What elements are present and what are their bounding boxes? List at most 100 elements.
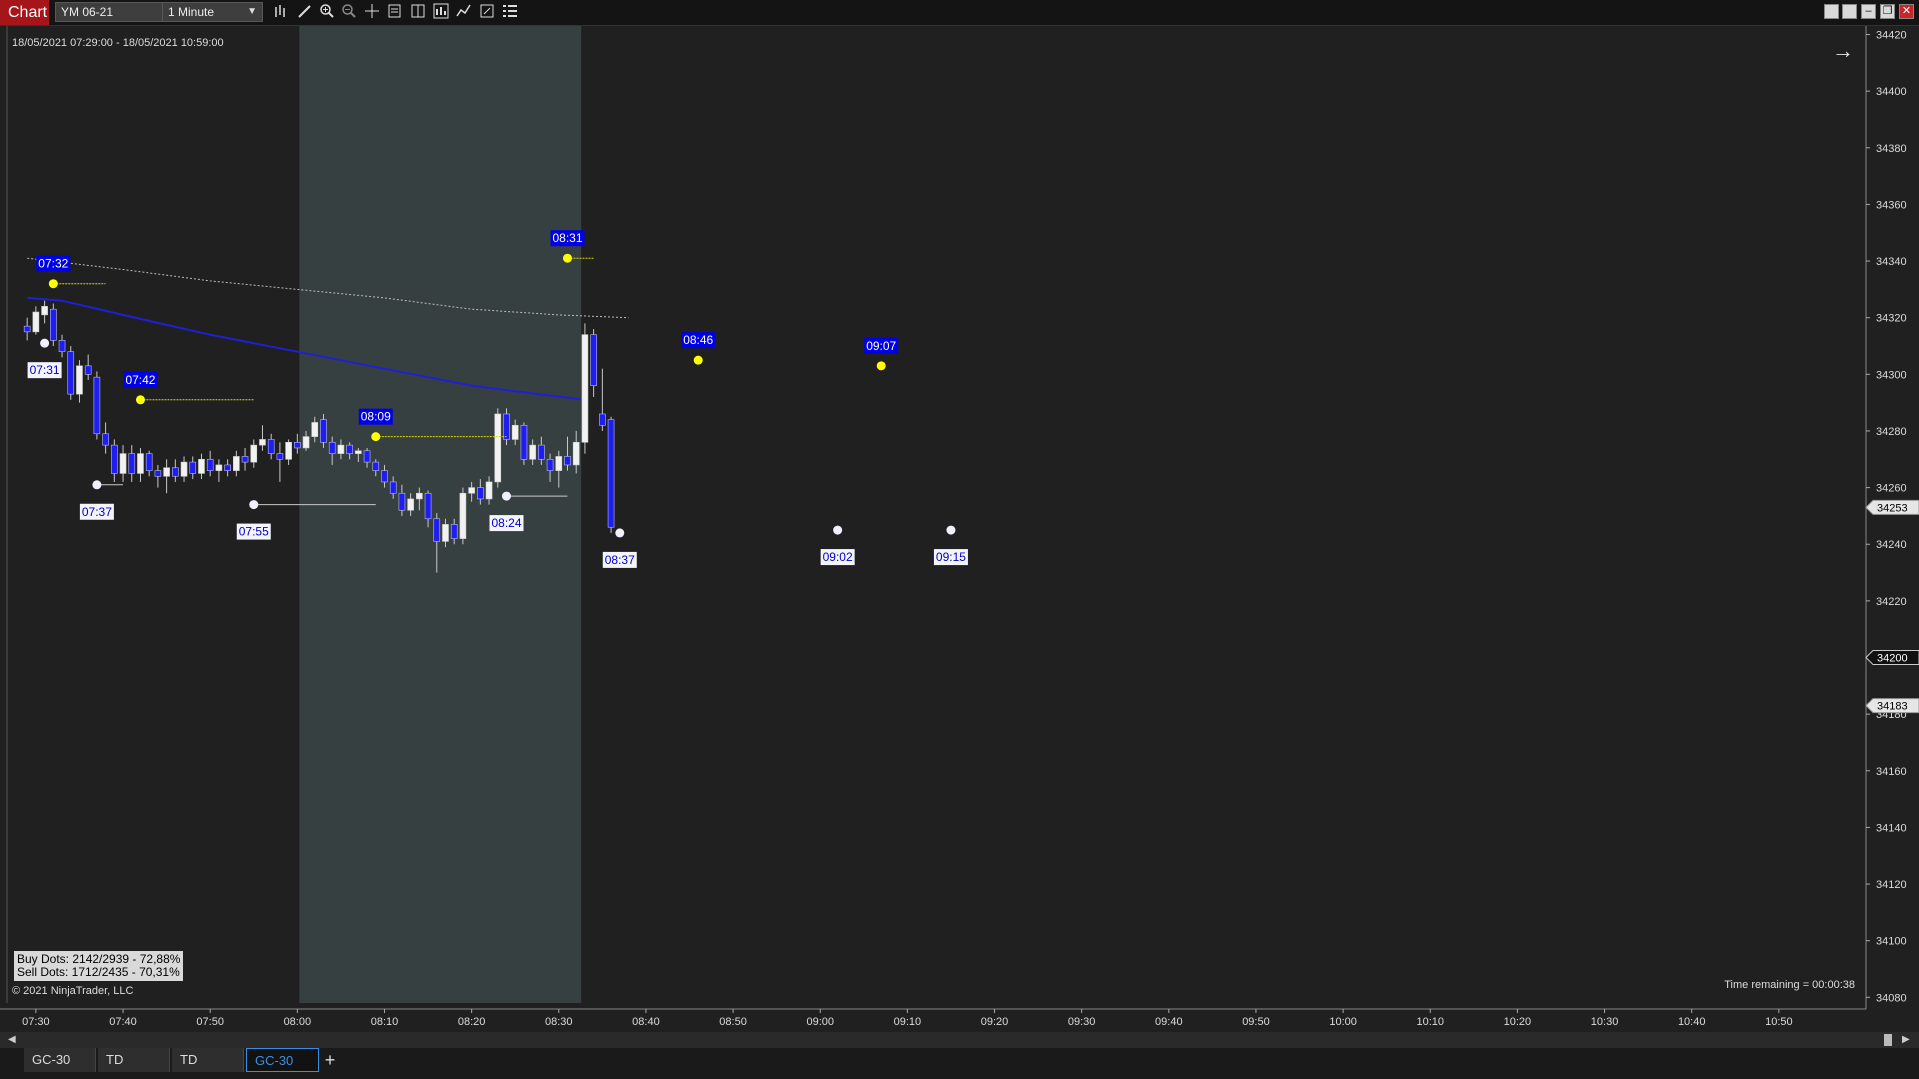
add-tab-button[interactable]: + — [320, 1048, 340, 1072]
candle-up — [163, 467, 170, 477]
dot-time-label: 07:37 — [82, 505, 112, 519]
candle-up — [233, 456, 240, 471]
sell-dot — [615, 528, 625, 538]
chart-trader-icon[interactable] — [409, 3, 427, 21]
candle-up — [442, 524, 449, 542]
price-marker-label: 34183 — [1877, 701, 1908, 713]
candle-up — [459, 492, 467, 539]
dot-time-label: 08:31 — [552, 231, 582, 245]
scroll-to-latest-icon[interactable]: → — [1832, 38, 1854, 64]
session-shading — [299, 26, 582, 1003]
strategies-icon[interactable] — [432, 3, 450, 21]
sell-dot — [249, 500, 259, 510]
candle-down — [172, 467, 179, 477]
time-tick-label: 09:50 — [1242, 1016, 1270, 1028]
candle-up — [119, 453, 127, 474]
time-tick-label: 10:10 — [1416, 1016, 1444, 1028]
horizontal-scrollbar[interactable] — [0, 1032, 1919, 1048]
dot-time-label: 09:07 — [866, 339, 896, 353]
candle-down — [328, 441, 336, 454]
zoom-in-icon[interactable] — [318, 3, 336, 21]
candle-down — [564, 456, 571, 466]
price-tick-label: 34280 — [1876, 426, 1907, 438]
data-box-icon[interactable] — [386, 3, 404, 21]
sell-dot — [946, 525, 956, 535]
candle-up — [41, 306, 48, 316]
copyright-notice: © 2021 NinjaTrader, LLC — [12, 985, 134, 997]
properties-icon[interactable] — [478, 3, 496, 21]
price-tick-label: 34300 — [1876, 369, 1907, 381]
candle-down — [189, 461, 197, 474]
interval-selector[interactable]: 1 Minute ▼ — [162, 2, 263, 22]
time-tick-label: 07:30 — [22, 1016, 50, 1028]
candle-down — [477, 487, 484, 500]
candle-down — [128, 453, 136, 474]
maximize-icon[interactable]: ❐ — [1880, 4, 1895, 19]
close-icon[interactable]: ✕ — [1899, 4, 1914, 19]
minimize-icon[interactable]: – — [1861, 4, 1876, 19]
candle-down — [145, 453, 153, 471]
candle-down — [224, 464, 231, 471]
dot-time-label: 07:55 — [239, 525, 269, 539]
candle-up — [581, 334, 589, 443]
time-tick-label: 08:10 — [371, 1016, 399, 1028]
restore-layout-icon[interactable] — [1842, 4, 1857, 19]
time-tick-label: 09:40 — [1155, 1016, 1183, 1028]
sell-dot — [833, 525, 843, 535]
candle-down — [294, 441, 301, 449]
price-tick-label: 34360 — [1876, 199, 1907, 211]
price-chart[interactable]: 07:32 07:31 07:42 07:37 07:55 08:09 08:24 08:31… — [0, 26, 1919, 1032]
dot-time-label: 07:32 — [38, 257, 68, 271]
indicators-icon[interactable] — [455, 3, 473, 21]
time-tick-label: 09:30 — [1068, 1016, 1096, 1028]
candle-up — [285, 441, 292, 460]
tab-gc-30[interactable]: GC-30 — [24, 1048, 96, 1072]
buy-dot — [135, 395, 145, 405]
dot-time-label: 09:02 — [823, 550, 853, 564]
tab-td-1[interactable]: TD — [98, 1048, 170, 1072]
candle-up — [137, 453, 144, 474]
sell-dot — [501, 491, 511, 501]
sell-dot — [92, 480, 102, 490]
candle-down — [546, 458, 554, 471]
dot-time-label: 08:24 — [491, 516, 521, 530]
price-marker-label: 34200 — [1877, 653, 1908, 665]
dot-time-label: 08:37 — [605, 553, 635, 567]
candle-up — [302, 436, 310, 449]
dot-time-label: 07:31 — [30, 363, 60, 377]
time-tick-label: 10:20 — [1504, 1016, 1532, 1028]
buy-dot — [48, 279, 58, 289]
scroll-left-icon[interactable]: ◀ — [8, 1034, 16, 1045]
bar-type-icon[interactable] — [272, 3, 290, 21]
candle-up — [468, 487, 475, 494]
candle-down — [320, 419, 327, 443]
price-tick-label: 34220 — [1876, 596, 1907, 608]
scrollbar-thumb[interactable] — [1884, 1034, 1892, 1046]
scroll-right-icon[interactable]: ▶ — [1902, 1034, 1910, 1045]
candle-up — [32, 311, 40, 333]
time-tick-label: 10:30 — [1591, 1016, 1619, 1028]
crosshair-icon[interactable] — [363, 3, 381, 21]
chart-toolbar: Chart YM 06-21 ▼ 1 Minute ▼ – ❐ ✕ — [0, 0, 1919, 26]
time-tick-label: 10:50 — [1765, 1016, 1793, 1028]
price-tick-label: 34320 — [1876, 313, 1907, 325]
tab-td-2[interactable]: TD — [172, 1048, 244, 1072]
tile-window-icon[interactable] — [1824, 4, 1839, 19]
drawing-tool-icon[interactable] — [296, 3, 314, 21]
candle-up — [494, 413, 502, 483]
candle-up — [529, 444, 536, 460]
candle-down — [433, 518, 441, 542]
time-tick-label: 10:00 — [1329, 1016, 1357, 1028]
tab-gc-30-active[interactable]: GC-30 — [246, 1048, 319, 1072]
object-list-icon[interactable] — [501, 3, 519, 21]
instrument-value: YM 06-21 — [61, 5, 114, 19]
price-tick-label: 34120 — [1876, 879, 1907, 891]
zoom-out-icon[interactable] — [340, 3, 358, 21]
price-tick-label: 34160 — [1876, 766, 1907, 778]
dots-statistics-box: Buy Dots: 2142/2939 - 72,88% Sell Dots: … — [14, 951, 184, 981]
candle-down — [206, 458, 214, 471]
candle-down — [372, 461, 380, 471]
candle-down — [389, 481, 397, 494]
candle-down — [450, 524, 458, 539]
buy-dot — [876, 361, 886, 371]
